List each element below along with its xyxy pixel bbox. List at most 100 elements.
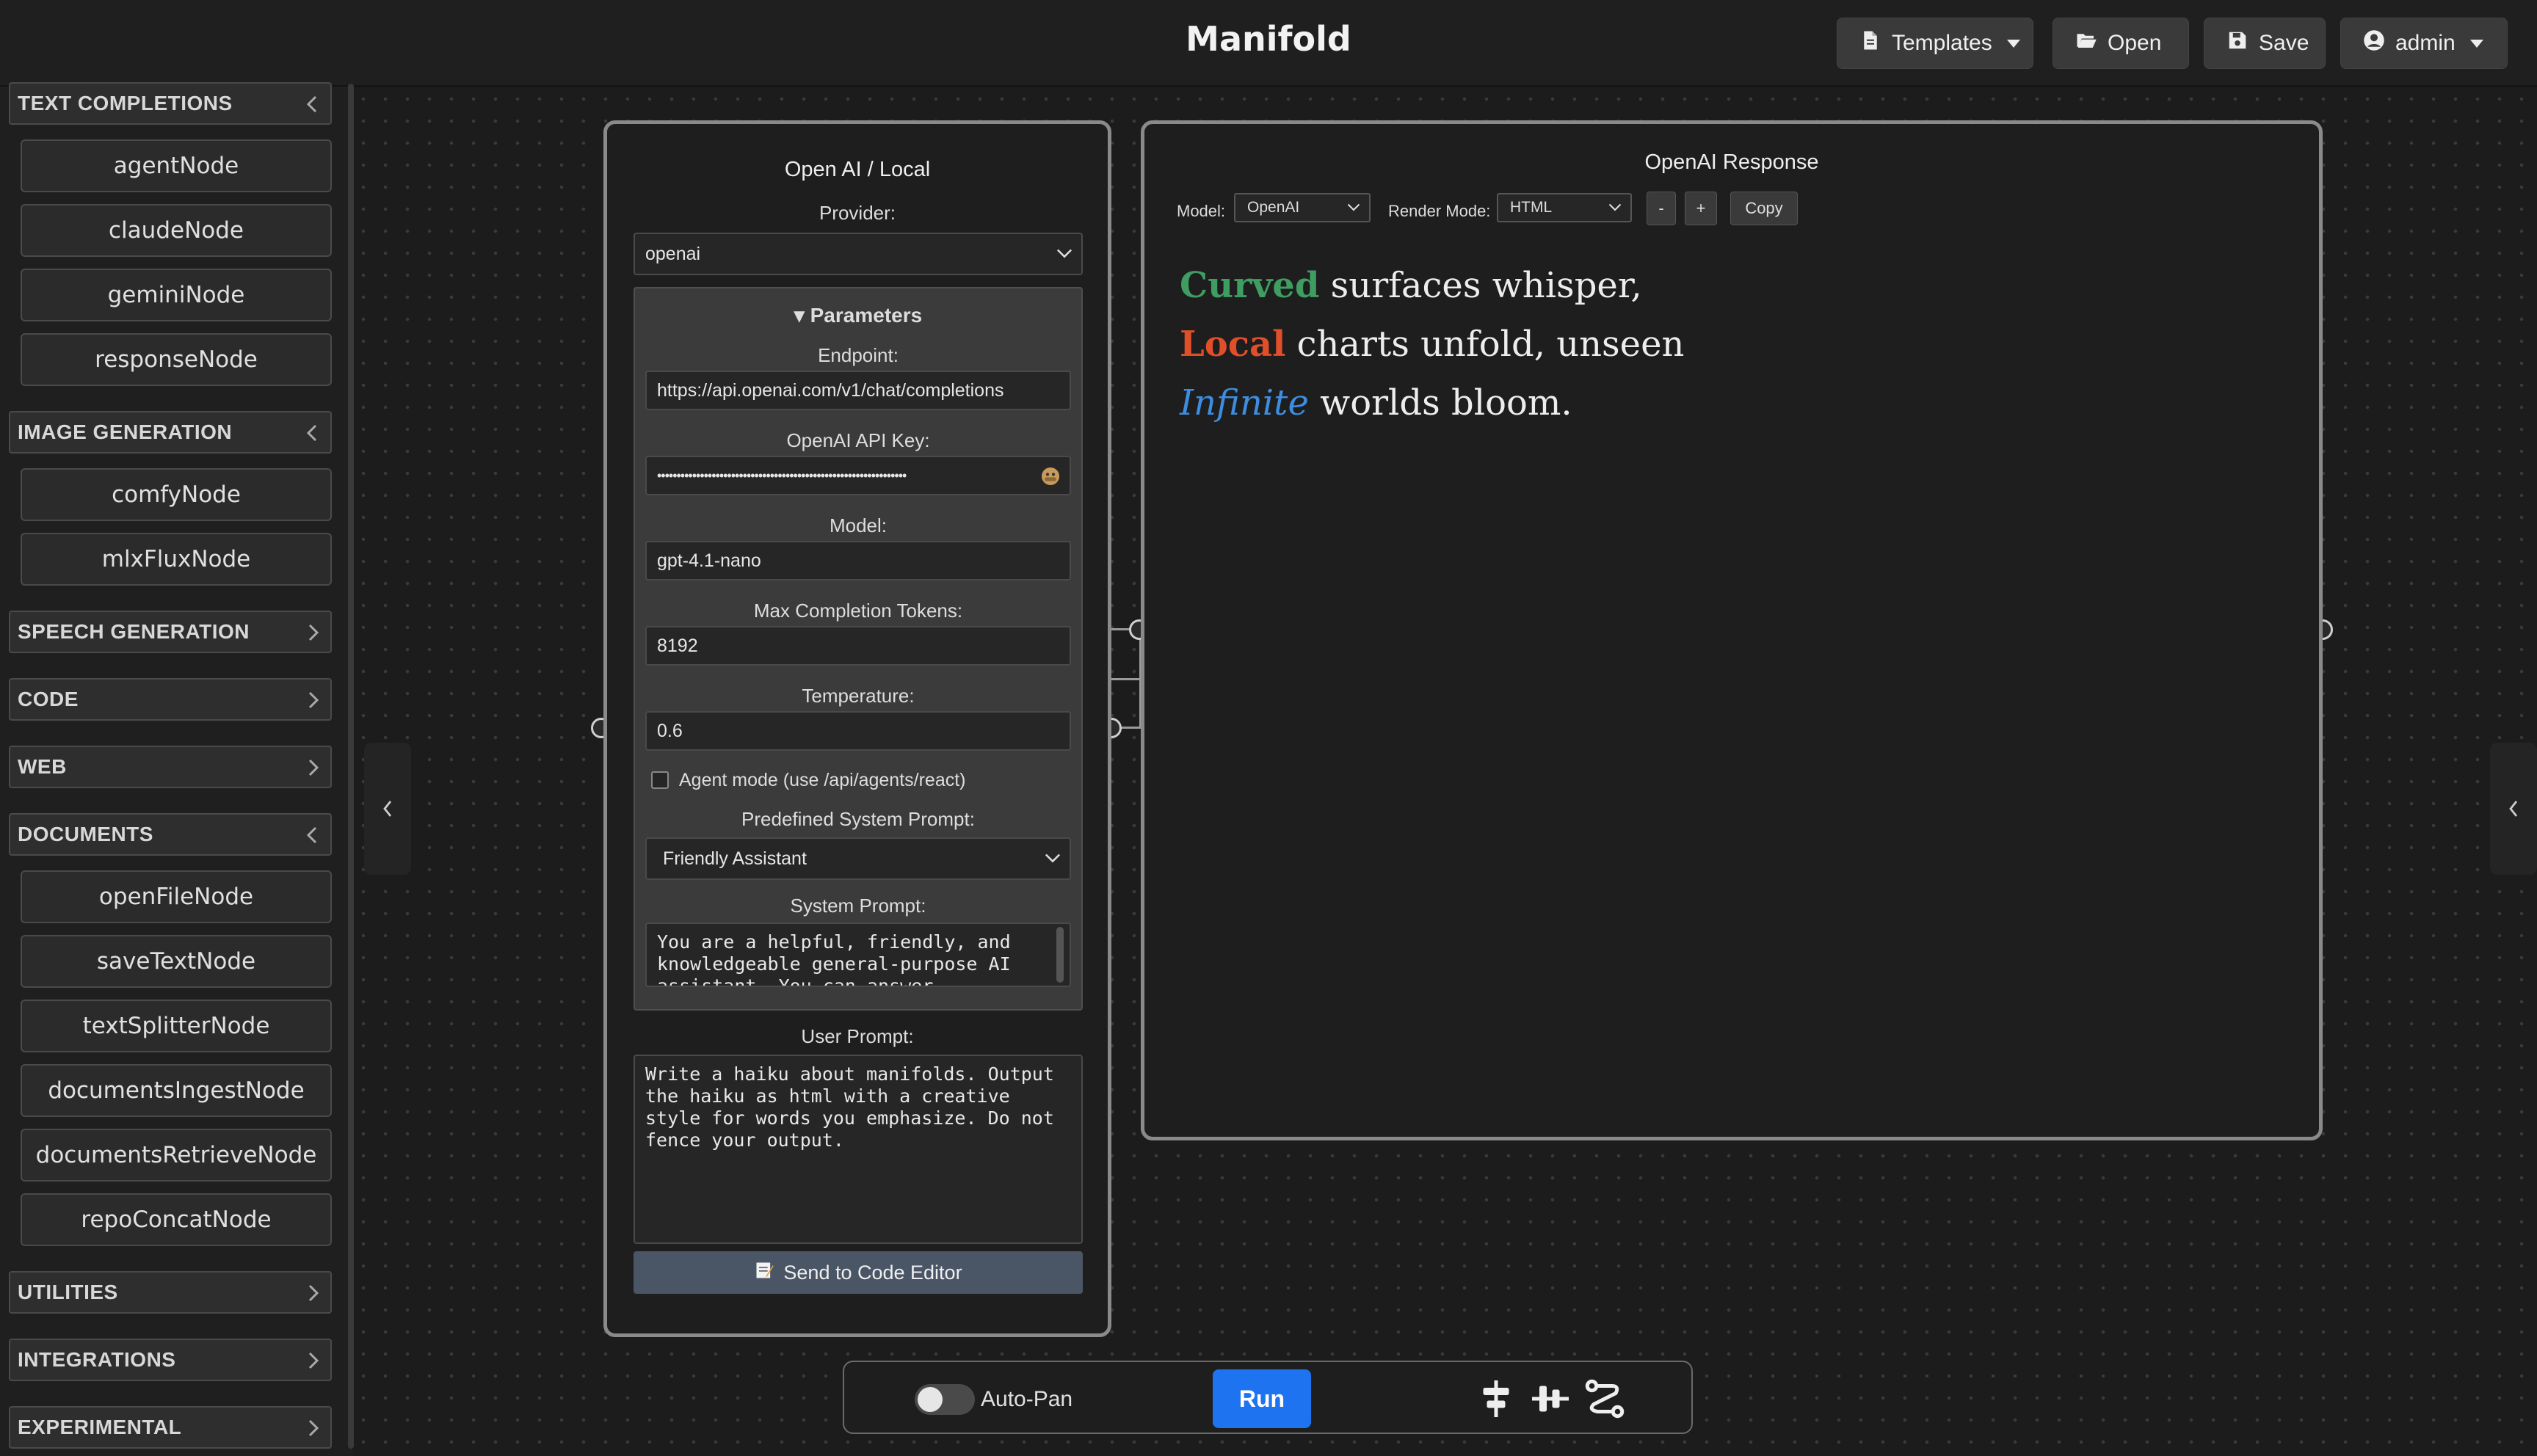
openai-node[interactable]: Open AI / Local Provider: openai ▾ Param… (603, 120, 1111, 1337)
provider-value: openai (645, 243, 701, 264)
category-experimental[interactable]: EXPERIMENTAL (9, 1406, 332, 1449)
line-text: surfaces whisper, (1319, 265, 1642, 306)
show-password-icon[interactable] (1039, 465, 1062, 492)
emphasized-word: Infinite (1180, 382, 1309, 423)
parameters-section: ▾ Parameters Endpoint: https://api.opena… (634, 287, 1083, 1011)
haiku-line-3: Infinite worlds bloom. (1180, 374, 1684, 432)
response-model-select[interactable]: OpenAI (1234, 193, 1371, 222)
open-label: Open (2108, 31, 2162, 55)
user-menu-button[interactable]: admin (2340, 18, 2508, 69)
provider-select[interactable]: openai (634, 233, 1083, 275)
align-vertical-center-icon[interactable] (1474, 1377, 1518, 1421)
palette-item-textsplitternode[interactable]: textSplitterNode (21, 1000, 332, 1052)
temperature-value: 0.6 (657, 720, 683, 741)
system-prompt-label: System Prompt: (790, 895, 926, 917)
chevron-down-icon (1045, 853, 1061, 863)
endpoint-input[interactable]: https://api.openai.com/v1/chat/completio… (645, 371, 1071, 410)
haiku-line-1: Curved surfaces whisper, (1180, 256, 1684, 315)
floppy-disk-icon (2226, 29, 2249, 57)
category-label: TEXT COMPLETIONS (18, 92, 233, 114)
system-prompt-textarea[interactable]: You are a helpful, friendly, and knowled… (645, 922, 1071, 987)
category-label: CODE (18, 688, 79, 710)
model-label: Model: (1177, 202, 1226, 220)
font-increase-button[interactable]: + (1685, 192, 1717, 225)
parameters-toggle[interactable]: ▾ Parameters (635, 303, 1081, 327)
collapse-sidebar-handle[interactable] (364, 743, 411, 875)
render-mode-label: Render Mode: (1388, 202, 1491, 220)
agent-mode-label: Agent mode (use /api/agents/react) (679, 770, 966, 790)
system-prompt-scrollbar[interactable] (1056, 927, 1064, 983)
folder-open-icon (2075, 29, 2097, 57)
chevron-down-icon (1347, 203, 1360, 211)
response-node[interactable]: OpenAI Response Model: OpenAI Render Mod… (1141, 120, 2323, 1140)
route-edges-icon[interactable] (1583, 1377, 1627, 1421)
node-title: Open AI / Local (784, 158, 931, 181)
category-web[interactable]: WEB (9, 746, 332, 788)
palette-item-openfilenode[interactable]: openFileNode (21, 870, 332, 923)
templates-label: Templates (1892, 31, 1992, 55)
category-label: WEB (18, 755, 67, 778)
autopan-toggle[interactable] (915, 1384, 975, 1415)
run-button[interactable]: Run (1213, 1369, 1311, 1428)
category-image-generation[interactable]: IMAGE GENERATION (9, 411, 332, 454)
model-input[interactable]: gpt-4.1-nano (645, 541, 1071, 580)
emphasized-word: Curved (1180, 265, 1320, 306)
palette-item-mlxfluxnode[interactable]: mlxFluxNode (21, 533, 332, 586)
chevron-left-icon (383, 801, 392, 817)
agent-mode-checkbox[interactable] (651, 771, 669, 789)
api-key-value: ••••••••••••••••••••••••••••••••••••••••… (657, 467, 907, 483)
chevron-down-icon (2469, 39, 2483, 48)
endpoint-value: https://api.openai.com/v1/chat/completio… (657, 379, 1004, 401)
chevron-down-icon (2006, 39, 2020, 48)
chevron-right-icon (308, 1352, 319, 1369)
save-button[interactable]: Save (2204, 18, 2326, 69)
expand-right-panel-handle[interactable] (2490, 743, 2537, 875)
autopan-label: Auto-Pan (981, 1387, 1073, 1411)
chevron-left-icon (2509, 801, 2518, 817)
palette-item-repoconcatnode[interactable]: repoConcatNode (21, 1193, 332, 1246)
emphasized-word: Local (1180, 324, 1286, 365)
render-mode-value: HTML (1510, 199, 1553, 216)
provider-label: Provider: (819, 202, 896, 224)
predefined-prompt-value: Friendly Assistant (663, 848, 807, 869)
category-integrations[interactable]: INTEGRATIONS (9, 1339, 332, 1381)
sidebar-scrollbar[interactable] (348, 84, 354, 1449)
palette-item-claudenode[interactable]: claudeNode (21, 204, 332, 257)
open-button[interactable]: Open (2053, 18, 2189, 69)
temperature-label: Temperature: (802, 685, 915, 707)
palette-item-agentnode[interactable]: agentNode (21, 139, 332, 192)
max-tokens-input[interactable]: 8192 (645, 626, 1071, 666)
category-documents[interactable]: DOCUMENTS (9, 813, 332, 856)
api-key-input[interactable]: ••••••••••••••••••••••••••••••••••••••••… (645, 456, 1071, 495)
palette-item-geminionode[interactable]: geminiNode (21, 269, 332, 321)
save-label: Save (2259, 31, 2309, 55)
chevron-left-icon (306, 95, 317, 113)
chevron-left-icon (306, 826, 317, 844)
category-speech-generation[interactable]: SPEECH GENERATION (9, 611, 332, 653)
chevron-down-icon (1056, 249, 1072, 258)
chevron-down-icon (1608, 203, 1622, 211)
predefined-prompt-select[interactable]: Friendly Assistant (645, 837, 1071, 880)
templates-button[interactable]: Templates (1837, 18, 2033, 69)
copy-button[interactable]: Copy (1730, 192, 1798, 225)
font-decrease-button[interactable]: - (1647, 192, 1676, 225)
category-label: SPEECH GENERATION (18, 620, 250, 643)
palette-item-savetextnode[interactable]: saveTextNode (21, 935, 332, 988)
temperature-input[interactable]: 0.6 (645, 711, 1071, 751)
chevron-right-icon (308, 1419, 319, 1437)
align-horizontal-center-icon[interactable] (1528, 1377, 1572, 1421)
user-prompt-textarea[interactable]: Write a haiku about manifolds. Output th… (634, 1055, 1083, 1244)
render-mode-select[interactable]: HTML (1497, 193, 1632, 222)
category-code[interactable]: CODE (9, 678, 332, 721)
chevron-right-icon (308, 1284, 319, 1302)
send-to-code-editor-button[interactable]: Send to Code Editor (634, 1251, 1083, 1294)
user-prompt-label: User Prompt: (801, 1025, 914, 1047)
palette-item-responsenode[interactable]: responseNode (21, 333, 332, 386)
palette-item-comfynode[interactable]: comfyNode (21, 468, 332, 521)
category-label: DOCUMENTS (18, 823, 153, 845)
category-utilities[interactable]: UTILITIES (9, 1271, 332, 1314)
palette-item-documentsretrievenode[interactable]: documentsRetrieveNode (21, 1129, 332, 1182)
line-text: worlds bloom. (1308, 382, 1572, 423)
palette-item-documentsingestnode[interactable]: documentsIngestNode (21, 1064, 332, 1117)
category-text-completions[interactable]: TEXT COMPLETIONS (9, 82, 332, 125)
